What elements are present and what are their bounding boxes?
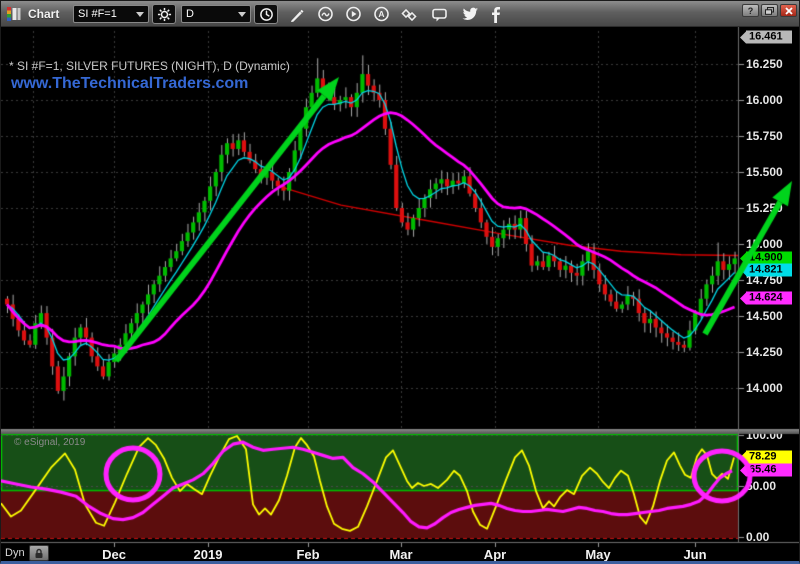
draw-tool-button[interactable] <box>285 5 309 24</box>
chat-button[interactable] <box>427 5 451 24</box>
chart-area: 16.25016.00015.75015.50015.25015.00014.7… <box>1 27 800 564</box>
restore-icon <box>765 7 774 15</box>
curve-circle-icon <box>317 6 334 23</box>
pencil-icon <box>289 7 305 23</box>
replay-button[interactable] <box>341 5 365 24</box>
window-type-label: Chart <box>28 1 59 27</box>
dyn-control: Dyn <box>5 545 49 561</box>
a-circle-icon: A <box>373 6 390 23</box>
interval-dropdown[interactable]: D <box>181 5 251 23</box>
symbol-dropdown[interactable]: SI #F=1 <box>73 5 149 23</box>
chevron-down-icon <box>238 12 246 17</box>
facebook-share-button[interactable] <box>487 5 505 24</box>
svg-text:A: A <box>378 9 384 19</box>
time-template-button[interactable] <box>254 4 278 24</box>
help-button[interactable]: ? <box>742 4 759 17</box>
restore-button[interactable] <box>761 4 778 17</box>
studies-button[interactable] <box>313 5 337 24</box>
dyn-label: Dyn <box>5 547 25 559</box>
link-button[interactable] <box>397 5 421 24</box>
interval-value: D <box>186 8 234 20</box>
play-circle-icon <box>345 6 362 23</box>
close-icon <box>785 7 793 15</box>
clock-icon <box>259 7 274 22</box>
facebook-icon <box>491 7 501 23</box>
chart-app-icon <box>6 1 22 27</box>
toolbar: Chart SI #F=1 D <box>1 1 800 27</box>
chevron-down-icon <box>136 12 144 17</box>
link-icon <box>401 7 417 23</box>
symbol-value: SI #F=1 <box>78 8 132 20</box>
symbol-settings-button[interactable] <box>152 4 176 24</box>
time-template-lock-button[interactable] <box>29 545 49 561</box>
close-button[interactable] <box>780 4 797 17</box>
lock-icon <box>34 548 44 559</box>
twitter-share-button[interactable] <box>458 5 482 24</box>
alerts-button[interactable]: A <box>369 5 393 24</box>
speech-bubble-icon <box>431 7 448 23</box>
gear-icon <box>157 7 172 22</box>
twitter-icon <box>462 7 479 22</box>
chart-window: Chart SI #F=1 D <box>0 0 800 564</box>
main-chart-canvas[interactable] <box>1 27 800 564</box>
window-controls: ? <box>742 4 797 17</box>
